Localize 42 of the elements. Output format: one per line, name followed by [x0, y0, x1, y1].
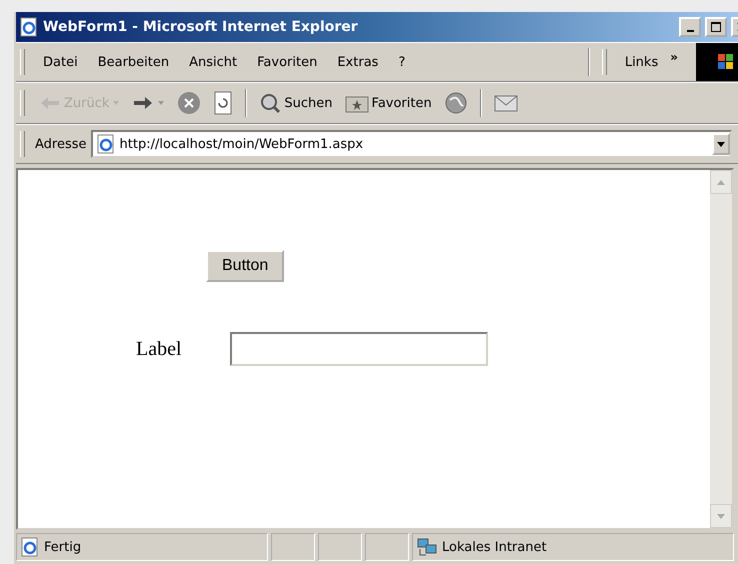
right-arrow-icon [132, 95, 154, 111]
network-icon [416, 537, 438, 557]
search-icon [259, 92, 282, 114]
dropdown-button[interactable] [712, 133, 730, 155]
status-text: Fertig [44, 540, 82, 554]
stop-icon [177, 91, 202, 115]
down-arrow-icon [717, 514, 725, 518]
page-icon [96, 134, 116, 154]
menu-item[interactable]: Bearbeiten [90, 52, 178, 72]
menu-item[interactable]: ? [390, 52, 414, 72]
caret-icon [717, 142, 725, 146]
zone-text: Lokales Intranet [442, 540, 547, 554]
favorites-button[interactable]: Favoriten [340, 91, 436, 115]
up-arrow-icon [717, 180, 725, 184]
search-button[interactable]: Suchen [255, 90, 337, 116]
text-input[interactable] [230, 332, 488, 366]
address-label: Adresse [35, 136, 87, 152]
links-label[interactable]: Links [616, 52, 666, 72]
caret-icon [112, 100, 120, 106]
maximize-button[interactable] [705, 17, 727, 37]
page-refresh-icon [213, 91, 234, 115]
menu-item[interactable]: Datei [35, 52, 86, 72]
status-pane [318, 533, 362, 561]
menu-item[interactable]: Extras [329, 52, 386, 72]
menu-item[interactable]: Ansicht [181, 52, 246, 72]
browser-icon [19, 17, 39, 37]
menu-item[interactable]: Favoriten [249, 52, 326, 72]
caret-icon [157, 100, 166, 106]
left-arrow-icon [39, 95, 61, 111]
status-pane [365, 533, 409, 561]
form-label: Label [136, 338, 182, 360]
maximize-icon [710, 21, 722, 33]
minimize-icon [686, 30, 694, 32]
window-title: WebForm1 - Microsoft Internet Explorer [43, 19, 358, 35]
more-links-button[interactable]: » [670, 50, 678, 64]
minimize-button[interactable] [679, 17, 701, 37]
globe-icon [444, 91, 468, 115]
status-pane [271, 533, 315, 561]
envelope-icon [494, 93, 520, 113]
page-icon [20, 537, 40, 557]
address-field[interactable]: http://localhost/moin/WebForm1.aspx [90, 130, 732, 158]
form-button[interactable]: Button [206, 250, 284, 282]
